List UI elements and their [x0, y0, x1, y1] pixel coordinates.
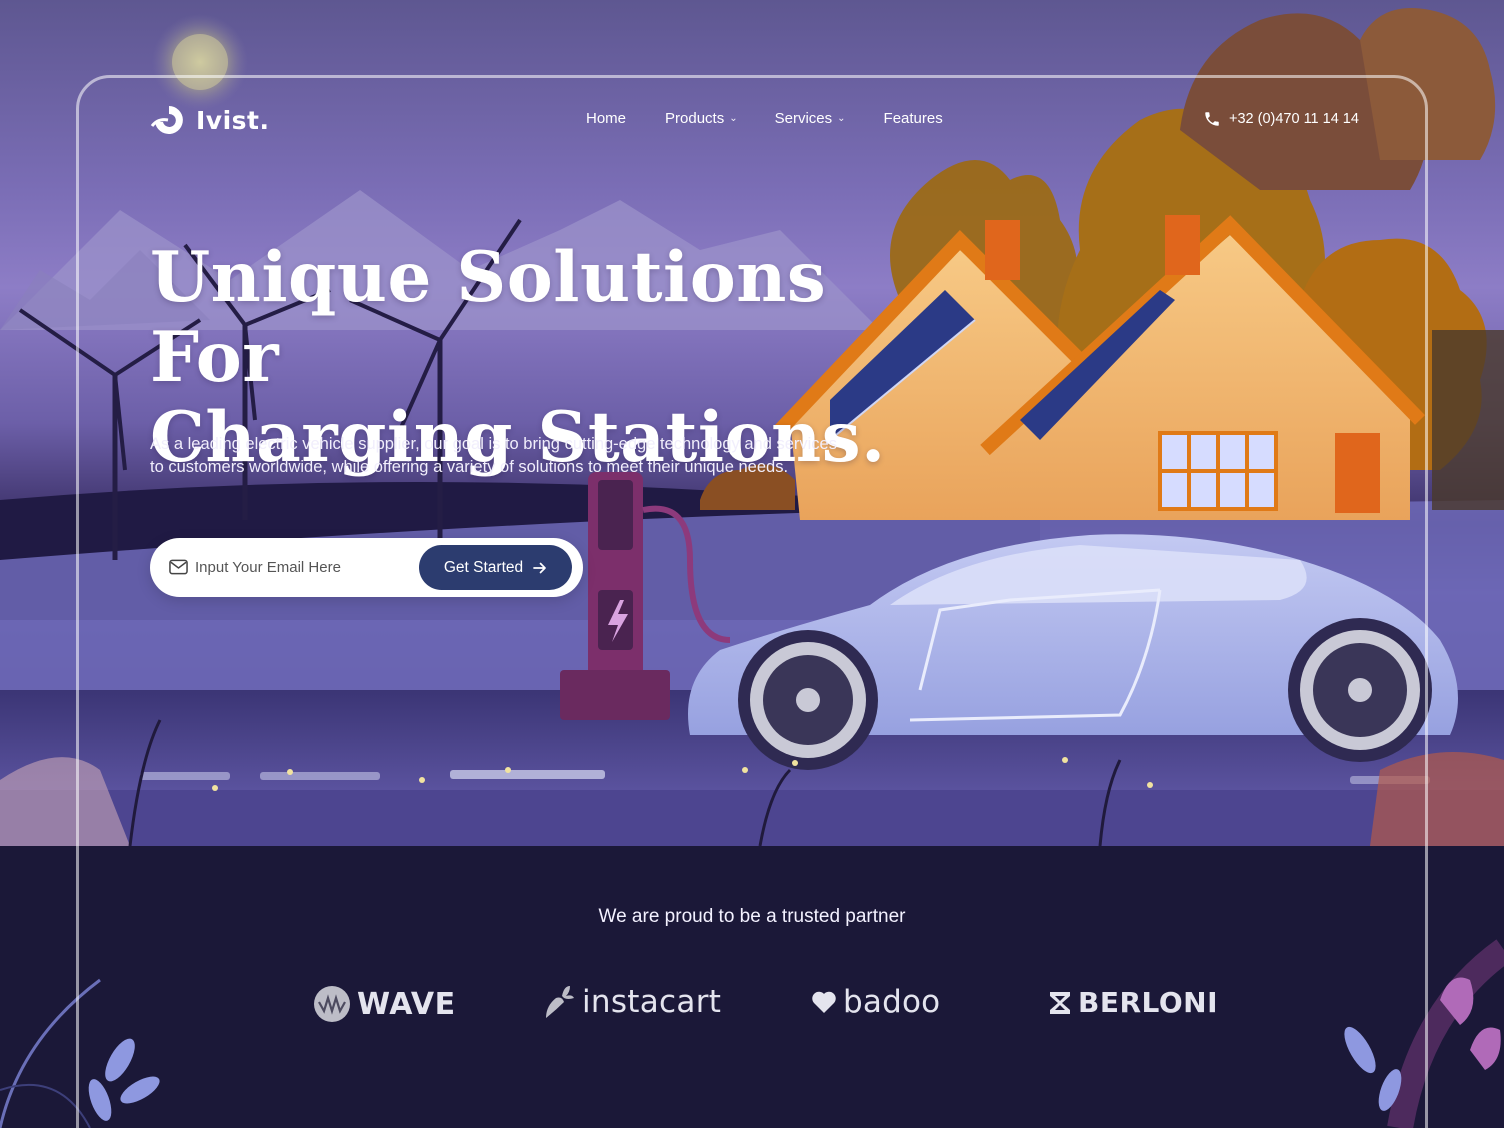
partner-logo-instacart: instacart: [542, 984, 721, 1020]
hero-subtext: As a leading electric vehicle supplier, …: [150, 435, 837, 476]
partners-heading: We are proud to be a trusted partner: [598, 906, 906, 927]
content-frame: [76, 75, 1428, 1128]
chevron-down-icon: ⌄: [837, 113, 846, 124]
get-started-button[interactable]: Get Started: [419, 545, 572, 590]
partner-name: badoo: [843, 984, 941, 1020]
partner-name: WAVE: [357, 986, 456, 1022]
carrot-logo-icon: [546, 986, 574, 1018]
partner-logo-wave: WAVE: [313, 985, 456, 1023]
wave-logo-icon: [314, 986, 350, 1022]
phone-number: +32 (0)470 11 14 14: [1229, 111, 1359, 127]
chevron-down-icon: ⌄: [729, 113, 738, 124]
partner-logo-berloni: BERLONI: [1048, 986, 1218, 1019]
heart-logo-icon: [812, 991, 836, 1013]
nav-label: Services: [774, 110, 833, 127]
partner-name: BERLONI: [1078, 986, 1219, 1019]
get-started-label: Get Started: [443, 558, 524, 576]
nav-label: Products: [665, 110, 725, 127]
brand-name: Ivist.: [196, 105, 270, 135]
partner-logo-badoo: badoo: [811, 984, 940, 1020]
partner-logos: WAVE instacart badoo BERLONI: [0, 982, 1504, 1032]
arrow-right-icon: [533, 562, 546, 573]
nav-item-products[interactable]: Products ⌄: [665, 110, 738, 127]
nav-item-services[interactable]: Services ⌄: [775, 110, 846, 127]
mail-icon: [169, 559, 188, 575]
partner-name: instacart: [582, 984, 722, 1020]
nav-item-home[interactable]: Home: [586, 110, 626, 127]
nav-label: Home: [586, 110, 627, 127]
main-nav: Home Products ⌄ Services ⌄ Features: [586, 110, 943, 127]
swirl-logo-icon: [150, 106, 183, 134]
nav-label: Features: [883, 110, 943, 127]
berloni-logo-icon: [1050, 991, 1070, 1014]
email-signup-form: Get Started: [150, 538, 583, 597]
email-input[interactable]: [195, 554, 405, 580]
nav-item-features[interactable]: Features: [884, 110, 943, 127]
phone-icon: [1205, 112, 1219, 126]
phone-link[interactable]: +32 (0)470 11 14 14: [1203, 110, 1359, 128]
headline-line-1: Unique Solutions For: [150, 237, 827, 398]
brand-logo[interactable]: Ivist.: [150, 104, 270, 136]
